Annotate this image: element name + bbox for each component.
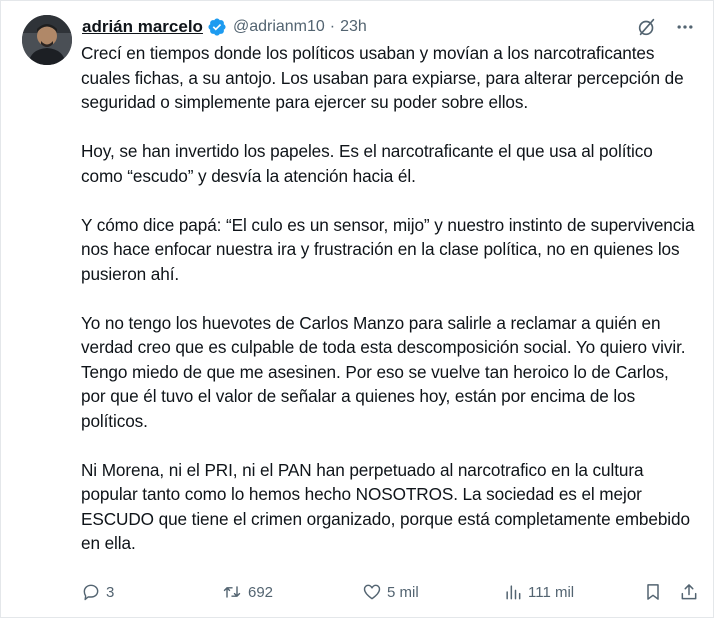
- like-button[interactable]: 5 mil: [362, 582, 419, 602]
- reply-button[interactable]: 3: [81, 582, 114, 602]
- retweet-count: 692: [248, 583, 274, 601]
- retweet-icon: [223, 586, 241, 598]
- views-button[interactable]: 111 mil: [503, 582, 574, 602]
- tweet-paragraph: Ni Morena, ni el PRI, ni el PAN han perp…: [81, 459, 690, 554]
- views-bar-chart-icon: [506, 585, 521, 600]
- share-upload-icon: [681, 584, 697, 600]
- tweet-card: adrián marcelo @adrianm10 · 23h Crecí en…: [0, 0, 714, 618]
- author-display-name[interactable]: adrián marcelo: [82, 17, 203, 37]
- tweet-paragraph: Crecí en tiempos donde los políticos usa…: [81, 43, 684, 112]
- share-button[interactable]: [679, 582, 704, 602]
- bookmark-icon: [647, 584, 659, 600]
- tweet-top-actions: [635, 15, 697, 39]
- tweet-paragraph: Hoy, se han invertido los papeles. Es el…: [81, 141, 653, 186]
- retweet-button[interactable]: 692: [221, 582, 273, 602]
- avatar[interactable]: [22, 15, 72, 65]
- tweet-header: adrián marcelo @adrianm10 · 23h: [82, 15, 367, 39]
- more-dots-icon[interactable]: [673, 15, 697, 39]
- tweet-text: Crecí en tiempos donde los políticos usa…: [81, 41, 697, 556]
- tweet-paragraph: Y cómo dice papá: “El culo es un sensor,…: [81, 214, 695, 284]
- bookmark-button[interactable]: [643, 582, 668, 602]
- views-count: 111 mil: [528, 583, 575, 601]
- verified-badge-icon[interactable]: [207, 17, 227, 37]
- like-count: 5 mil: [387, 583, 419, 601]
- author-handle[interactable]: @adrianm10: [233, 18, 325, 36]
- grok-slash-circle-icon[interactable]: [635, 15, 659, 39]
- header-separator: ·: [329, 18, 336, 35]
- tweet-timestamp[interactable]: 23h: [340, 18, 367, 36]
- tweet-action-bar: 3 692 5 mil 111 mil: [81, 581, 697, 607]
- reply-bubble-icon: [83, 584, 99, 601]
- reply-count: 3: [106, 583, 115, 601]
- tweet-paragraph: Yo no tengo los huevotes de Carlos Manzo…: [81, 312, 686, 431]
- heart-icon: [363, 584, 381, 600]
